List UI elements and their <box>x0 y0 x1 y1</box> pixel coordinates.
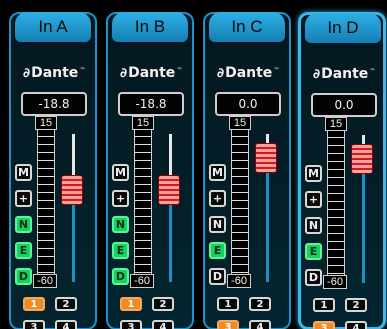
fader-scale <box>327 121 345 284</box>
dante-logo: ∂ Dante ™ <box>313 65 379 83</box>
output-route-button-4[interactable]: 4 <box>249 320 271 329</box>
channel-button-m[interactable]: M <box>305 165 322 182</box>
dante-logo-text: Dante <box>128 65 176 81</box>
output-route-button-1[interactable]: 1 <box>23 297 45 311</box>
output-route-button-2[interactable]: 2 <box>249 297 271 311</box>
channel-button-plus[interactable]: + <box>112 190 129 207</box>
output-route-button-3[interactable]: 3 <box>23 320 45 329</box>
dante-logo-text: Dante <box>225 65 273 81</box>
channel-button-plus[interactable]: + <box>305 191 322 208</box>
output-route-button-3[interactable]: 3 <box>217 320 239 329</box>
dante-logo-icon: ∂ <box>313 66 321 82</box>
channel-name-tab[interactable]: In D <box>305 13 381 43</box>
dante-logo: ∂ Dante ™ <box>120 64 186 82</box>
channel-strip-in-c[interactable]: In C ∂ Dante ™ 0.0 15 -60 M + N E D 1 2 3 4 <box>203 12 291 329</box>
output-route-button-4[interactable]: 4 <box>345 321 367 329</box>
channel-button-n[interactable]: N <box>15 216 32 233</box>
fader-scale <box>134 120 152 283</box>
channel-button-plus[interactable]: + <box>15 190 32 207</box>
dante-logo: ∂ Dante ™ <box>217 64 283 82</box>
scale-max-label: 15 <box>229 116 251 130</box>
gain-level-readout[interactable]: -18.8 <box>118 92 184 116</box>
channel-button-m[interactable]: M <box>112 164 129 181</box>
output-route-button-3[interactable]: 3 <box>120 320 142 329</box>
output-route-button-1[interactable]: 1 <box>217 297 239 311</box>
fader-handle[interactable] <box>61 175 83 206</box>
fader-level-fill <box>266 158 269 282</box>
fader-handle[interactable] <box>351 144 373 175</box>
output-route-button-2[interactable]: 2 <box>345 298 367 312</box>
channel-button-e[interactable]: E <box>209 242 226 259</box>
output-route-button-2[interactable]: 2 <box>152 297 174 311</box>
dante-logo-text: Dante <box>321 66 369 82</box>
dante-logo-icon: ∂ <box>120 65 128 81</box>
scale-max-label: 15 <box>325 117 347 131</box>
channel-strip-in-b[interactable]: In B ∂ Dante ™ -18.8 15 -60 M + N E D 1 2 3 4 <box>106 12 194 329</box>
scale-min-label: -60 <box>323 275 347 289</box>
channel-button-e[interactable]: E <box>112 242 129 259</box>
trademark-mark: ™ <box>79 66 86 74</box>
channel-button-d[interactable]: D <box>209 268 226 285</box>
output-route-button-1[interactable]: 1 <box>313 298 335 312</box>
output-route-button-3[interactable]: 3 <box>313 321 335 329</box>
gain-level-readout[interactable]: 0.0 <box>311 93 377 117</box>
trademark-mark: ™ <box>176 66 183 74</box>
dante-mixer-panel: In A ∂ Dante ™ -18.8 15 -60 M + N E D 1 2 3 4 In B ∂ Dante… <box>0 0 387 329</box>
fader-scale <box>37 120 55 283</box>
dante-logo-icon: ∂ <box>217 65 225 81</box>
channel-button-plus[interactable]: + <box>209 190 226 207</box>
channel-button-e[interactable]: E <box>305 243 322 260</box>
channel-button-d[interactable]: D <box>112 268 129 285</box>
trademark-mark: ™ <box>369 67 376 75</box>
channel-button-m[interactable]: M <box>209 164 226 181</box>
channel-button-d[interactable]: D <box>305 269 322 286</box>
channel-strip-in-a[interactable]: In A ∂ Dante ™ -18.8 15 -60 M + N E D 1 2 3 4 <box>9 12 97 329</box>
scale-max-label: 15 <box>35 116 57 130</box>
dante-logo-icon: ∂ <box>23 65 31 81</box>
fader-handle[interactable] <box>255 143 277 174</box>
channel-name-tab[interactable]: In A <box>15 12 91 42</box>
output-route-button-2[interactable]: 2 <box>55 297 77 311</box>
channel-name-tab[interactable]: In C <box>209 12 285 42</box>
channel-button-m[interactable]: M <box>15 164 32 181</box>
output-route-button-4[interactable]: 4 <box>152 320 174 329</box>
gain-level-readout[interactable]: 0.0 <box>215 92 281 116</box>
channel-strip-in-d[interactable]: In D ∂ Dante ™ 0.0 15 -60 M + N E D 1 2 3 4 <box>298 12 386 329</box>
channel-button-n[interactable]: N <box>305 217 322 234</box>
channel-button-n[interactable]: N <box>112 216 129 233</box>
dante-logo: ∂ Dante ™ <box>23 64 89 82</box>
trademark-mark: ™ <box>273 66 280 74</box>
scale-min-label: -60 <box>130 274 154 288</box>
scale-max-label: 15 <box>132 116 154 130</box>
scale-min-label: -60 <box>33 274 57 288</box>
channel-button-d[interactable]: D <box>15 268 32 285</box>
channel-name-tab[interactable]: In B <box>112 12 188 42</box>
output-route-button-1[interactable]: 1 <box>120 297 142 311</box>
output-route-button-4[interactable]: 4 <box>55 320 77 329</box>
fader-scale <box>231 120 249 283</box>
fader-handle[interactable] <box>158 175 180 206</box>
dante-logo-text: Dante <box>31 65 79 81</box>
scale-min-label: -60 <box>227 274 251 288</box>
fader-level-fill <box>362 159 365 283</box>
channel-button-n[interactable]: N <box>209 216 226 233</box>
channel-button-e[interactable]: E <box>15 242 32 259</box>
gain-level-readout[interactable]: -18.8 <box>21 92 87 116</box>
